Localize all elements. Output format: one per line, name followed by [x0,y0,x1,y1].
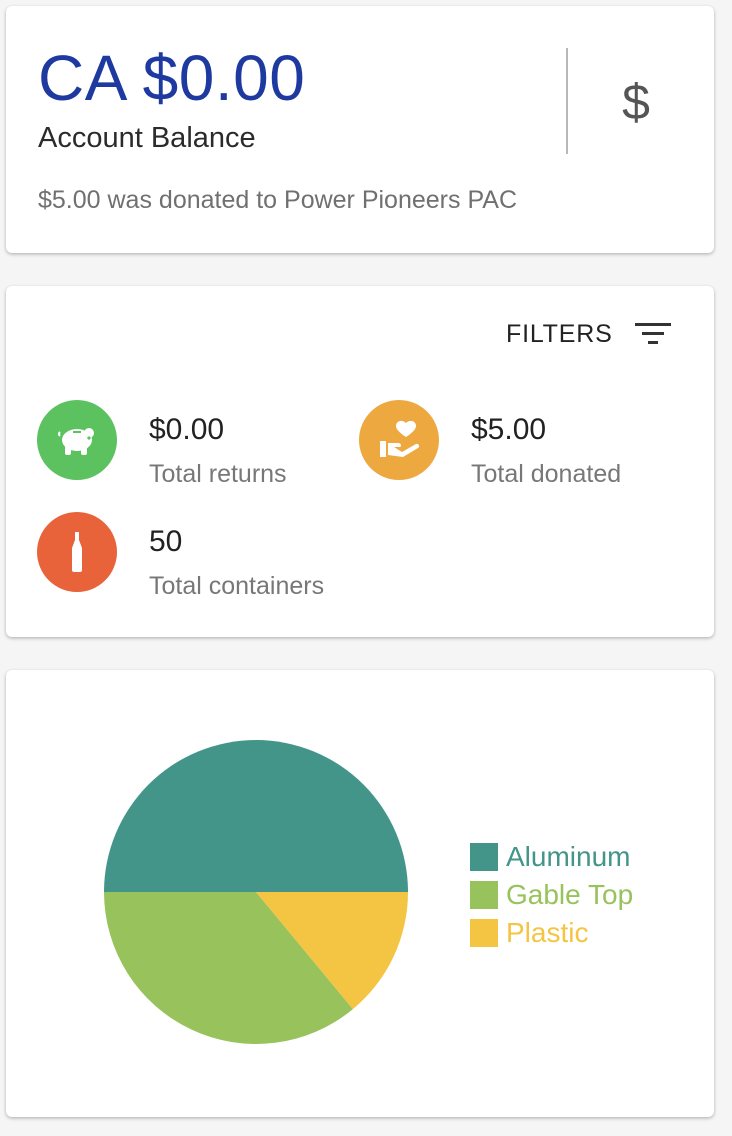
total-donated-value: $5.00 [471,413,547,446]
stat-total-returns: $0.00 Total returns [37,400,287,489]
filters-label: FILTERS [506,319,613,348]
chart-card: Aluminum Gable Top Plastic [6,670,714,1117]
chart-legend: Aluminum Gable Top Plastic [470,838,633,952]
legend-label: Aluminum [506,841,631,872]
legend-swatch [470,919,498,947]
account-balance-label: Account Balance [38,122,256,154]
donate-heart-hand-icon [359,400,439,480]
legend-swatch [470,881,498,909]
donation-note: $5.00 was donated to Power Pioneers PAC [38,186,517,214]
vertical-divider [566,48,568,154]
pie-slice-aluminum[interactable] [104,740,408,892]
legend-label: Gable Top [506,879,634,910]
legend-item-aluminum[interactable]: Aluminum [470,838,633,876]
stat-total-containers: 50 Total containers [37,512,324,601]
legend-label: Plastic [506,917,589,948]
total-donated-label: Total donated [471,460,622,488]
stats-card: FILTERS $0.00 Total returns $5.00 Total … [6,286,714,637]
dollar-icon[interactable]: $ [604,70,668,134]
total-returns-value: $0.00 [149,413,225,446]
container-type-pie-chart [104,740,408,1044]
bottle-icon [37,512,117,592]
total-containers-value: 50 [149,525,183,558]
filter-list-icon [634,323,671,344]
account-balance-amount: CA $0.00 [38,42,306,114]
filters-button[interactable]: FILTERS [506,316,686,352]
total-containers-label: Total containers [149,572,325,600]
total-returns-label: Total returns [149,460,287,488]
stat-total-donated: $5.00 Total donated [359,400,621,489]
legend-swatch [470,843,498,871]
balance-card: CA $0.00 Account Balance $5.00 was donat… [6,6,714,253]
piggy-bank-icon [37,400,117,480]
legend-item-plastic[interactable]: Plastic [470,914,633,952]
legend-item-gable-top[interactable]: Gable Top [470,876,633,914]
